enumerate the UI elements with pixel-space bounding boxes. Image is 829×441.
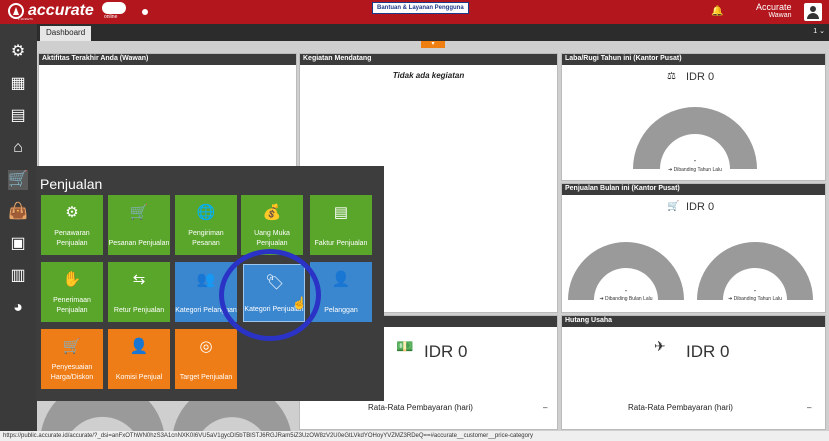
bank-icon[interactable]: ⌂ — [8, 138, 28, 158]
payment-icon: ✈ — [654, 338, 666, 354]
user-sub: Wawan — [768, 12, 792, 19]
receivable-avg-value: – — [543, 403, 548, 412]
profit-value: IDR 0 — [686, 71, 715, 83]
tile-pengiriman-pesanan[interactable]: 🌐 Pengiriman Pesanan — [175, 195, 237, 255]
version-label: v 10.99276 — [18, 17, 33, 21]
sales-gauge-year: - ➔ Dibanding Tahun Lalu — [695, 239, 815, 309]
profit-gauge-value: - — [693, 156, 697, 165]
cloud-icon — [102, 2, 126, 14]
tile-retur-penjualan[interactable]: ⇆ Retur Penjualan — [108, 262, 170, 322]
tile-label: Penerimaan Penjualan — [53, 297, 91, 314]
tile-penyesuaian-harga[interactable]: 🛒 Penyesuaian Harga/Diskon — [41, 329, 103, 389]
building-icon[interactable]: ▦ — [8, 74, 28, 94]
profit-title: Laba/Rugi Tahun ini (Kantor Pusat) — [562, 54, 825, 65]
tile-penerimaan-penjualan[interactable]: ✋ Penerimaan Penjualan — [41, 262, 103, 322]
assets-icon[interactable]: ▥ — [8, 266, 28, 286]
payable-avg-value: – — [807, 403, 812, 412]
return-icon: ⇆ — [132, 271, 146, 288]
sales-month-compare: ➔ Dibanding Bulan Lalu — [599, 296, 653, 302]
sales-month-gauge-value: - — [624, 286, 628, 295]
help-link[interactable]: Bantuan & Layanan Pengguna — [372, 2, 469, 14]
mouse-pointer-icon: ☝ — [292, 296, 307, 310]
profit-gauge: - ➔ Dibanding Tahun Lalu — [630, 104, 760, 174]
cash-icon: 💵 — [396, 338, 414, 354]
receivable-avg-label: Rata-Rata Pembayaran (hari) — [368, 403, 473, 412]
tile-penawaran-penjualan[interactable]: ⚙ Penawaran Penjualan — [41, 195, 103, 255]
tile-label: Uang Muka Penjualan — [254, 230, 290, 247]
hidden-gauge-right — [172, 401, 292, 431]
activity-title: Aktifitas Terakhir Anda (Wawan) — [39, 54, 296, 65]
tile-label: Target Penjualan — [179, 374, 233, 381]
tile-label: Faktur Penjualan — [314, 240, 368, 247]
events-title: Kegiatan Mendatang — [300, 54, 557, 65]
tab-counter-value: 1 — [813, 28, 818, 35]
profit-compare-label: ➔ Dibanding Tahun Lalu — [668, 167, 722, 173]
customer-group-icon: 👥 — [196, 271, 216, 288]
tile-label: Retur Penjualan — [113, 307, 165, 314]
logo-text: accurate — [28, 2, 94, 19]
status-bar-url: https://public.accurate.id/accurate/?_ds… — [0, 431, 829, 441]
hidden-gauge-left — [40, 401, 165, 431]
status-dot-icon — [142, 9, 148, 15]
user-info[interactable]: Accurate Wawan — [756, 2, 792, 19]
sales-invoice-icon: ▤ — [333, 204, 349, 221]
collapse-toggle-button[interactable]: ▾ — [421, 41, 445, 48]
sales-year-compare: ➔ Dibanding Tahun Lalu — [728, 296, 782, 302]
tile-label: Penawaran Penjualan — [54, 230, 90, 247]
tab-strip: Dashboard 1 ⌄ — [37, 24, 829, 41]
tile-komisi-penjual[interactable]: 👤 Komisi Penjual — [108, 329, 170, 389]
payable-widget: Hutang Usaha ✈ IDR 0 Rata-Rata Pembayara… — [561, 315, 826, 430]
receivable-value: IDR 0 — [424, 342, 468, 361]
events-empty-text: Tidak ada kegiatan — [392, 71, 465, 80]
logo-online-label: online — [104, 14, 118, 20]
globe-delivery-icon: 🌐 — [196, 204, 216, 221]
purchase-bag-icon[interactable]: 👜 — [8, 202, 28, 222]
tile-label: Komisi Penjual — [115, 374, 163, 381]
tile-target-penjualan[interactable]: ◎ Target Penjualan — [175, 329, 237, 389]
sales-title: Penjualan Bulan ini (Kantor Pusat) — [562, 184, 825, 195]
profit-widget: Laba/Rugi Tahun ini (Kantor Pusat) ⚖ IDR… — [561, 53, 826, 181]
tile-label: Pengiriman Pesanan — [188, 230, 224, 247]
money-icon: 💰 — [262, 204, 282, 221]
sales-menu-title: Penjualan — [40, 176, 103, 192]
receipt-icon: ✋ — [62, 271, 82, 288]
scale-icon: ⚖ — [667, 71, 676, 82]
payable-avg-label: Rata-Rata Pembayaran (hari) — [628, 403, 733, 412]
settings-gear-icon[interactable]: ⚙ — [8, 42, 28, 62]
sales-gauge-month: - ➔ Dibanding Bulan Lalu — [566, 239, 686, 309]
customer-icon: 👤 — [331, 271, 351, 288]
sales-value: IDR 0 — [686, 201, 715, 213]
sidebar: ⚙ ▦ ▤ ⌂ 🛒 👜 ▣ ▥ ◕ — [0, 24, 37, 441]
price-adjust-icon: 🛒 — [62, 338, 82, 355]
cart-icon-small: 🛒 — [667, 201, 680, 212]
payable-value: IDR 0 — [686, 342, 730, 361]
tab-counter[interactable]: 1 ⌄ — [813, 27, 825, 35]
user-title: Accurate — [756, 2, 792, 12]
reports-pie-icon[interactable]: ◕ — [8, 298, 28, 318]
focus-highlight-ring — [219, 249, 321, 341]
user-avatar-icon[interactable] — [804, 3, 822, 21]
tile-label: Penyesuaian Harga/Diskon — [50, 364, 94, 381]
tab-dashboard[interactable]: Dashboard — [40, 26, 92, 41]
tile-label: Pesanan Penjualan — [108, 240, 170, 247]
sales-widget: Penjualan Bulan ini (Kantor Pusat) 🛒 IDR… — [561, 183, 826, 313]
top-bar: accurate online v 10.99276 Bantuan & Lay… — [0, 0, 829, 24]
ledger-icon[interactable]: ▤ — [8, 106, 28, 126]
cart-icon[interactable]: 🛒 — [8, 170, 28, 190]
hidden-gauge-right-arc — [173, 401, 291, 431]
tile-faktur-penjualan[interactable]: ▤ Faktur Penjualan — [310, 195, 372, 255]
inventory-icon[interactable]: ▣ — [8, 234, 28, 254]
sales-year-gauge-value: - — [753, 286, 757, 295]
payable-title: Hutang Usaha — [562, 316, 825, 327]
hidden-gauge-left-arc — [41, 401, 164, 431]
bell-icon[interactable]: 🔔 — [711, 6, 723, 17]
tile-pesanan-penjualan[interactable]: 🛒 Pesanan Penjualan — [108, 195, 170, 255]
cart-order-icon: 🛒 — [129, 204, 149, 221]
commission-icon: 👤 — [129, 338, 149, 355]
tile-uang-muka-penjualan[interactable]: 💰 Uang Muka Penjualan — [241, 195, 303, 255]
tile-label: Pelanggan — [324, 307, 358, 314]
target-icon: ◎ — [199, 338, 213, 355]
quotation-icon: ⚙ — [65, 204, 79, 221]
